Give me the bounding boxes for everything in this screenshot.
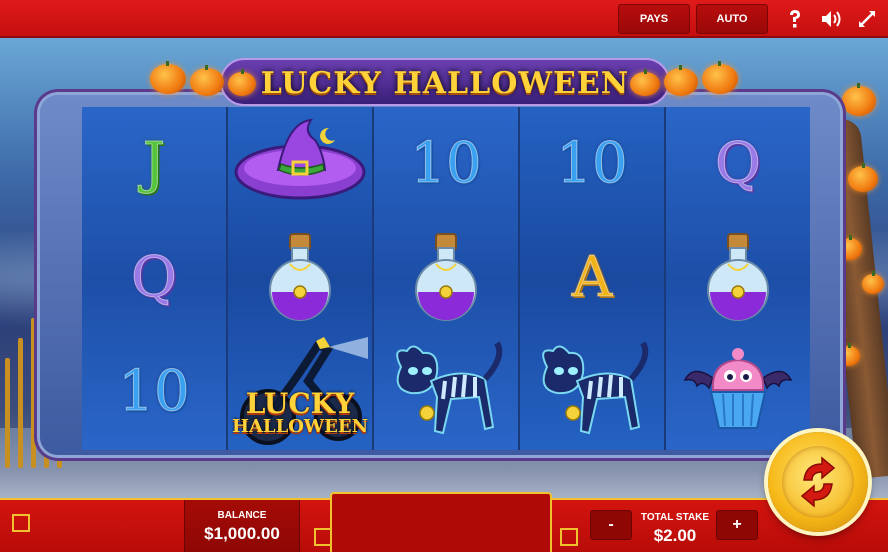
reel-1: J Q 10	[82, 107, 228, 450]
stake-panel: TOTAL STAKE $2.00	[634, 500, 716, 552]
symbol-j: J	[142, 131, 166, 196]
speaker-icon	[822, 11, 841, 27]
stake-label: TOTAL STAKE	[640, 512, 710, 523]
symbol-q: Q	[715, 131, 762, 196]
game-title: LUCKY HALLOWEEN	[260, 66, 630, 101]
win-display	[330, 492, 552, 552]
help-button[interactable]	[780, 4, 810, 34]
decorative-pattern	[12, 514, 30, 532]
title-banner: LUCKY HALLOWEEN	[140, 42, 750, 108]
skeleton-cat-icon	[396, 341, 503, 435]
potion-symbol	[374, 221, 518, 335]
symbol-10: 10	[410, 131, 482, 196]
cupcake-bat-icon	[683, 348, 793, 429]
spin-button[interactable]	[768, 432, 868, 532]
potion-bottle-icon	[707, 233, 769, 321]
wild-text-halloween: HALLOWEEN	[231, 416, 369, 437]
balance-label: BALANCE	[217, 510, 267, 521]
wild-motorcycle-symbol: LUCKY HALLOWEEN	[228, 335, 372, 449]
potion-symbol	[666, 221, 810, 335]
balance-value: $1,000.00	[204, 524, 280, 543]
question-mark-icon	[790, 10, 800, 28]
skeleton-cat-symbol	[374, 335, 518, 449]
spin-arrows-icon	[800, 456, 836, 508]
hanging-pumpkin	[848, 163, 878, 192]
reel-2: LUCKY HALLOWEEN	[228, 107, 374, 450]
potion-symbol	[228, 221, 372, 335]
fullscreen-button[interactable]	[852, 4, 882, 34]
auto-button[interactable]: AUTO	[696, 4, 768, 34]
hanging-pumpkin	[838, 235, 862, 260]
decorative-pattern	[560, 528, 578, 546]
wild-text-lucky: LUCKY	[245, 387, 355, 420]
top-bar: PAYS AUTO	[0, 0, 888, 38]
cupcake-bat-symbol	[666, 335, 810, 449]
reel-5: Q	[666, 107, 810, 450]
witch-hat-icon	[234, 118, 366, 200]
pays-button[interactable]: PAYS	[618, 4, 690, 34]
potion-bottle-icon	[269, 233, 331, 321]
increase-stake-button[interactable]: +	[716, 510, 758, 540]
expand-icon	[859, 11, 875, 27]
decrease-stake-button[interactable]: -	[590, 510, 632, 540]
hanging-pumpkin	[842, 83, 876, 116]
symbol-10: 10	[556, 131, 628, 196]
reel-grid: J Q 10 LUCKY HALLOWEEN 10 10 A Q	[82, 107, 810, 450]
reel-4: 10 A	[520, 107, 666, 450]
sound-button[interactable]	[816, 4, 846, 34]
hanging-pumpkin	[862, 271, 884, 294]
symbol-10: 10	[118, 359, 190, 424]
skeleton-cat-icon	[542, 341, 649, 435]
symbol-q: Q	[131, 245, 178, 310]
symbol-a: A	[571, 245, 613, 310]
stake-value: $2.00	[653, 526, 697, 545]
potion-bottle-icon	[415, 233, 477, 321]
balance-panel: BALANCE $1,000.00	[184, 500, 300, 552]
skeleton-cat-symbol	[520, 335, 664, 449]
witch-hat-symbol	[228, 107, 372, 221]
hanging-pumpkin	[838, 343, 860, 366]
reel-3: 10	[374, 107, 520, 450]
